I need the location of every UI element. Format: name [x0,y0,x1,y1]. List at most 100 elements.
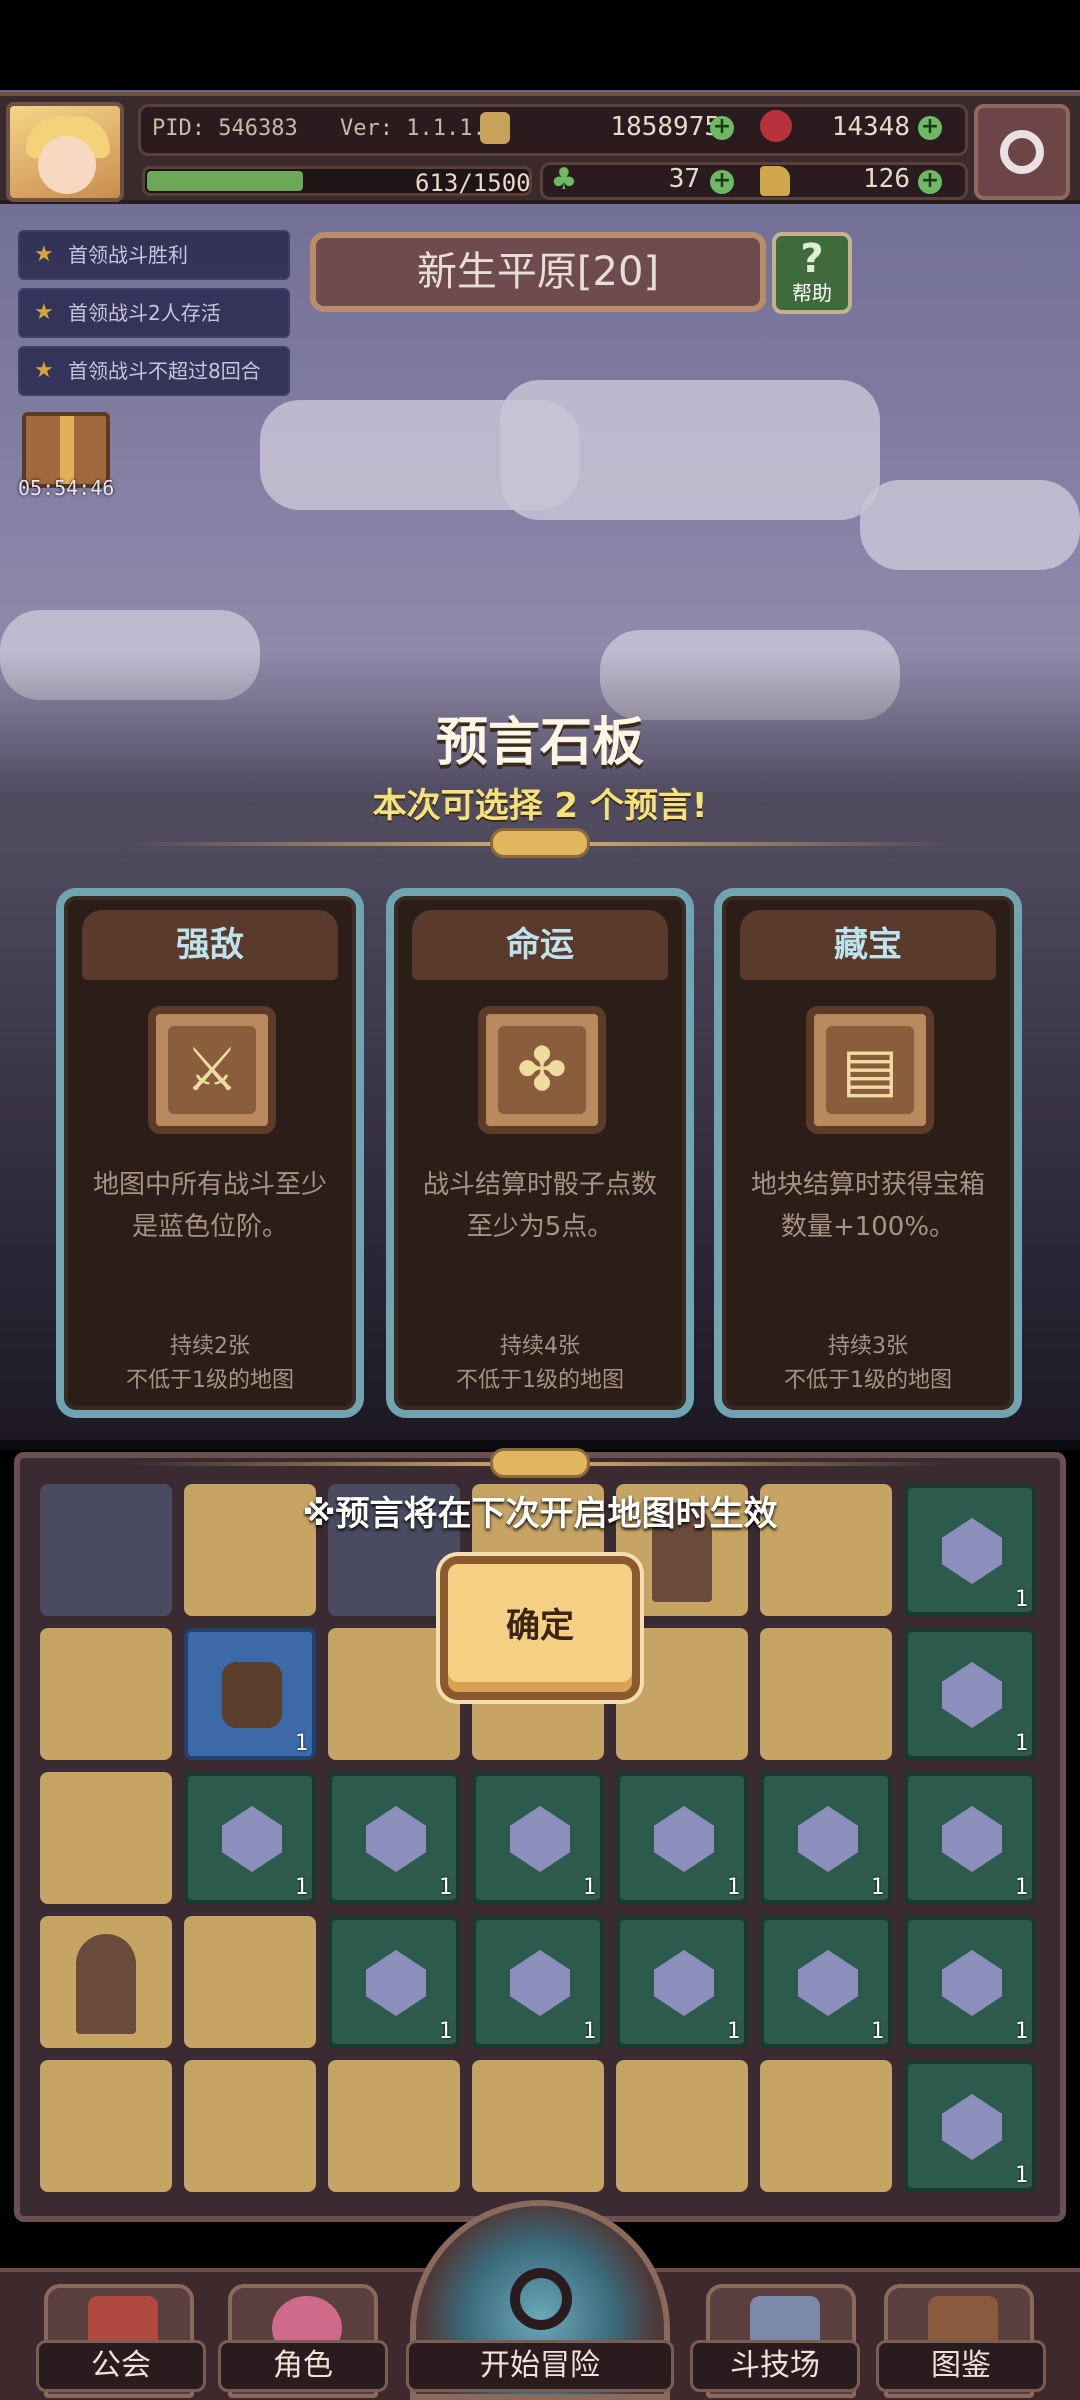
board-tile[interactable]: 1 [904,1628,1036,1760]
nav-label-adventure[interactable]: 开始冒险 [406,2340,674,2392]
board-tile[interactable] [472,2060,604,2192]
board-tile[interactable] [40,1628,172,1760]
board-tile[interactable] [40,1772,172,1904]
log-icon [222,1662,282,1728]
tile-count: 1 [870,2019,884,2044]
tile-count: 1 [294,1875,308,1900]
add-gold-button[interactable]: + [710,116,734,140]
add-boots-button[interactable]: + [918,170,942,194]
tile-count: 1 [438,1875,452,1900]
crystal-icon [366,1806,426,1872]
player-avatar[interactable] [6,102,124,202]
clover-icon: ✤ [498,1026,586,1114]
board-tile[interactable]: 1 [472,1772,604,1904]
board-tile[interactable] [760,1628,892,1760]
xp-bar-fill [147,171,303,191]
card-title: 命运 [506,925,574,965]
tile-count: 1 [1014,2163,1028,2188]
board-tile[interactable] [616,2060,748,2192]
crossed-swords-icon: ⚔ [168,1026,256,1114]
nav-label-codex[interactable]: 图鉴 [876,2340,1046,2392]
card-icon-frame: ✤ [478,1006,606,1134]
question-icon: ? [800,236,824,282]
game-version: Ver: 1.1.1.5 [340,116,499,141]
crystal-icon [222,1806,282,1872]
crystal-icon [366,1950,426,2016]
nav-label-arena[interactable]: 斗技场 [690,2340,860,2392]
board-tile[interactable]: 1 [328,1916,460,2048]
star-icon: ★ [34,358,54,383]
crystal-icon [942,1806,1002,1872]
prophecy-card-treasure[interactable]: 藏宝 ▤ 地块结算时获得宝箱 数量+100%。 持续3张 不低于1级的地图 [714,888,1022,1418]
board-tile[interactable]: 1 [904,2060,1036,2192]
card-duration: 持续2张 [170,1334,250,1359]
card-description-line: 数量+100%。 [780,1212,956,1242]
board-tile[interactable] [760,2060,892,2192]
quest-label: 首领战斗2人存活 [68,301,221,325]
board-tile[interactable]: 1 [616,1772,748,1904]
gold-amount: 1858975 [610,112,720,142]
tile-count: 1 [582,2019,596,2044]
card-description: 地块结算时获得宝箱 数量+100%。 [742,1164,994,1248]
tile-count: 1 [294,1731,308,1756]
crystal-icon [654,1950,714,2016]
board-tile[interactable]: 1 [184,1628,316,1760]
xp-text: 613/1500 [415,169,531,197]
prophecy-card-fate[interactable]: 命运 ✤ 战斗结算时骰子点数 至少为5点。 持续4张 不低于1级的地图 [386,888,694,1418]
card-title: 强敌 [176,925,244,965]
board-tile[interactable] [184,2060,316,2192]
add-clover-button[interactable]: + [710,170,734,194]
tile-count: 1 [726,2019,740,2044]
quest-item[interactable]: ★ 首领战斗胜利 [18,230,290,280]
quest-item[interactable]: ★ 首领战斗不超过8回合 [18,346,290,396]
card-icon-frame: ⚔ [148,1006,276,1134]
clover-amount: 37 [668,164,700,194]
board-tile[interactable]: 1 [904,1772,1036,1904]
star-icon: ★ [34,242,54,267]
ornament-jewel [490,828,590,858]
board-tile[interactable]: 1 [184,1772,316,1904]
board-tile[interactable] [40,2060,172,2192]
card-description: 地图中所有战斗至少 是蓝色位阶。 [84,1164,336,1248]
crystal-icon [798,1950,858,2016]
prophecy-notice: ※预言将在下次开启地图时生效 [302,1494,778,1534]
board-tile[interactable] [328,2060,460,2192]
board-tile[interactable]: 1 [904,1916,1036,2048]
quest-item[interactable]: ★ 首领战斗2人存活 [18,288,290,338]
player-id: PID: 546383 [152,116,298,141]
tile-count: 1 [582,1875,596,1900]
prophecy-card-strong-enemy[interactable]: 强敌 ⚔ 地图中所有战斗至少 是蓝色位阶。 持续2张 不低于1级的地图 [56,888,364,1418]
card-description-line: 是蓝色位阶。 [131,1212,288,1242]
tile-count: 1 [726,1875,740,1900]
board-tile[interactable]: 1 [760,1916,892,2048]
board-tile[interactable]: 1 [760,1772,892,1904]
card-duration: 持续3张 [828,1334,908,1359]
crystal-icon [798,1806,858,1872]
crystal-icon [942,2094,1002,2160]
scroll-icon: ▤ [826,1026,914,1114]
help-button[interactable]: ? 帮助 [772,232,852,314]
nav-label-character[interactable]: 角色 [218,2340,388,2392]
xp-bar: 613/1500 [142,166,532,197]
card-level-requirement: 不低于1级的地图 [456,1368,624,1393]
card-level-requirement: 不低于1级的地图 [126,1368,294,1393]
board-tile[interactable] [184,1916,316,2048]
board-tile[interactable]: 1 [616,1916,748,2048]
board-tile[interactable]: 1 [328,1772,460,1904]
board-tile[interactable]: 1 [472,1916,604,2048]
add-gem-button[interactable]: + [918,116,942,140]
card-header: 命运 [412,910,668,980]
clover-icon: ♣ [550,162,578,197]
help-label: 帮助 [792,281,832,305]
crystal-icon [510,1806,570,1872]
tile-count: 1 [438,2019,452,2044]
card-description-line: 至少为5点。 [466,1212,614,1242]
quest-label: 首领战斗不超过8回合 [68,359,261,383]
coin-icon [480,112,510,144]
modal-title: 预言石板 [435,713,644,773]
nav-label-guild[interactable]: 公会 [36,2340,206,2392]
ornament-divider [130,1448,950,1478]
boots-amount: 126 [863,164,910,194]
confirm-button[interactable]: 确定 [440,1556,640,1700]
settings-button[interactable] [974,104,1070,200]
